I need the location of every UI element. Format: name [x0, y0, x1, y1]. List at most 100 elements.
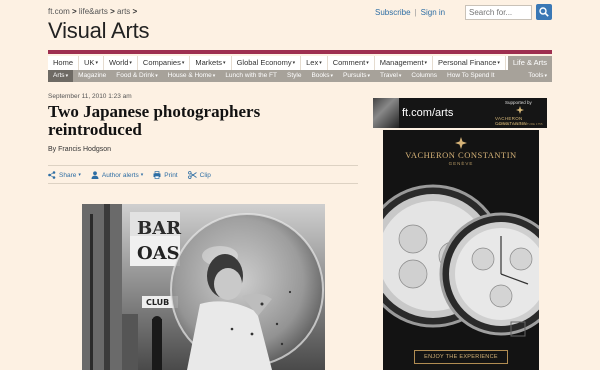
subnav-item-label: Arts: [53, 72, 65, 79]
chevron-down-icon: ▾: [212, 73, 216, 79]
subnav-item-label: Style: [286, 72, 302, 79]
subnav-item-travel[interactable]: Travel▾: [375, 70, 406, 82]
ad-city: GENÈVE: [448, 161, 474, 166]
breadcrumb-site[interactable]: ft.com: [48, 7, 70, 16]
nav-item-label: Global Economy: [236, 58, 292, 67]
article-photo: BAR OAS CLUB: [82, 204, 325, 370]
chevron-down-icon: ▾: [65, 73, 69, 79]
nav-item-life-and-arts[interactable]: Life & Arts: [507, 56, 552, 70]
ad-brand: VACHERON CONSTANTIN: [405, 150, 517, 160]
nav-item-markets[interactable]: Markets▾: [190, 56, 232, 70]
subnav-item-label: Lunch with the FT: [225, 72, 277, 79]
subnav-item-pursuits[interactable]: Pursuits▾: [338, 70, 375, 82]
subscribe-link[interactable]: Subscribe: [375, 8, 411, 17]
section-title: Visual Arts: [48, 18, 150, 43]
breadcrumb-arts[interactable]: arts: [117, 7, 130, 16]
nav-item-label: Personal Finance: [438, 58, 497, 67]
subnav-item-label: Tools: [528, 72, 544, 79]
subnav-item-books[interactable]: Books▾: [306, 70, 338, 82]
ft-arts-banner-ad[interactable]: ft.com/arts Supported by VACHERON CONSTA…: [373, 98, 547, 128]
clip-button[interactable]: Clip: [187, 171, 211, 179]
maltese-cross-icon: [455, 137, 467, 149]
subnav-item-house-and-home[interactable]: House & Home▾: [163, 70, 221, 82]
vacheron-constantin-ad[interactable]: VACHERON CONSTANTIN GENÈVE ENJOY THE EXP…: [383, 130, 539, 370]
chevron-down-icon: ▾: [497, 60, 500, 67]
subnav-item-style[interactable]: Style: [282, 70, 306, 82]
chevron-down-icon: ▾: [140, 172, 144, 178]
search-icon: [539, 7, 549, 17]
scissors-icon: [187, 171, 197, 179]
sub-navigation: Arts▾ Magazine Food & Drink▾ House & Home▾ L…: [48, 70, 552, 82]
subnav-item-how-to-spend-it[interactable]: How To Spend It: [442, 70, 500, 82]
nav-item-label: Management: [379, 58, 424, 67]
clip-label: Clip: [199, 171, 211, 179]
chevron-down-icon: ▾: [366, 60, 369, 67]
breadcrumb-life-arts[interactable]: life&arts: [79, 7, 108, 16]
photo-sign-club: CLUB: [146, 298, 169, 307]
account-links: Subscribe | Sign in: [375, 8, 445, 17]
nav-item-label: Markets: [195, 58, 223, 67]
article-tools: Share ▾ Author alerts ▾ Print Clip: [48, 170, 221, 180]
maltese-cross-icon: [516, 106, 524, 114]
nav-item-uk[interactable]: UK▾: [79, 56, 104, 70]
chevron-down-icon: ▾: [424, 60, 428, 67]
nav-item-label: Comment: [332, 58, 366, 67]
subnav-item-food-and-drink[interactable]: Food & Drink▾: [111, 70, 162, 82]
subnav-item-label: Books: [311, 72, 330, 79]
breadcrumb-separator: >: [110, 7, 115, 16]
subnav-item-label: How To Spend It: [447, 72, 495, 79]
watch-image: [383, 184, 539, 337]
banner-title: ft.com/arts: [402, 107, 454, 119]
subnav-item-columns[interactable]: Columns: [406, 70, 442, 82]
nav-item-label: World: [108, 58, 129, 67]
subnav-item-label: Pursuits: [343, 72, 367, 79]
subnav-item-label: Columns: [411, 72, 438, 79]
print-label: Print: [164, 171, 178, 179]
nav-item-personal-finance[interactable]: Personal Finance▾: [433, 56, 506, 70]
photo-bubble-child-image: BAR OAS CLUB: [82, 204, 325, 370]
breadcrumb-separator: >: [132, 7, 138, 16]
nav-item-world[interactable]: World▾: [104, 56, 138, 70]
chevron-down-icon: ▾: [398, 73, 402, 79]
nav-item-management[interactable]: Management▾: [375, 56, 434, 70]
subnav-item-label: House & Home: [167, 72, 212, 79]
photo-sign-oasis: OAS: [137, 243, 180, 264]
main-navigation: Home UK▾ World▾ Companies▾ Markets▾ Global Ec…: [48, 56, 552, 70]
share-button[interactable]: Share ▾: [48, 171, 81, 179]
nav-item-global-economy[interactable]: Global Economy▾: [232, 56, 302, 70]
person-icon: [91, 171, 99, 179]
link-separator: |: [414, 8, 417, 17]
nav-item-lex[interactable]: Lex▾: [301, 56, 328, 70]
chevron-down-icon: ▾: [292, 60, 296, 67]
nav-item-comment[interactable]: Comment▾: [328, 56, 375, 70]
signin-link[interactable]: Sign in: [421, 8, 445, 17]
chevron-down-icon: ▾: [367, 73, 371, 79]
subnav-item-arts[interactable]: Arts▾: [48, 70, 74, 82]
enjoy-experience-button[interactable]: ENJOY THE EXPERIENCE: [414, 350, 508, 364]
chevron-down-icon: ▾: [78, 172, 81, 178]
article-byline: By Francis Hodgson: [48, 146, 112, 153]
print-button[interactable]: Print: [153, 171, 178, 179]
banner-brand-sub: GENÈVE · MANUFACTURE 1755: [497, 122, 543, 126]
author-alerts-button[interactable]: Author alerts ▾: [91, 171, 143, 179]
subnav-item-lunch-with-the-ft[interactable]: Lunch with the FT: [220, 70, 282, 82]
nav-item-companies[interactable]: Companies▾: [138, 56, 191, 70]
nav-item-label: Home: [53, 58, 74, 67]
search-button[interactable]: [536, 4, 552, 20]
share-icon: [48, 171, 56, 179]
subnav-item-tools[interactable]: Tools▾: [523, 70, 552, 82]
nav-item-label: Companies: [142, 58, 181, 67]
nav-item-label: UK: [84, 58, 95, 67]
subnav-item-label: Food & Drink: [116, 72, 155, 79]
subnav-item-label: Magazine: [78, 72, 107, 79]
breadcrumb-separator: >: [72, 7, 77, 16]
article-headline: Two Japanese photographers reintroduced: [48, 102, 261, 139]
breadcrumb: ft.com > life&arts > arts >: [48, 7, 137, 16]
chevron-down-icon: ▾: [330, 73, 334, 79]
divider: [48, 165, 358, 166]
section-rule: [48, 50, 552, 54]
subnav-item-magazine[interactable]: Magazine: [73, 70, 111, 82]
search-input[interactable]: [465, 5, 532, 20]
subnav-item-label: Travel: [380, 72, 398, 79]
nav-item-home[interactable]: Home: [48, 56, 80, 70]
